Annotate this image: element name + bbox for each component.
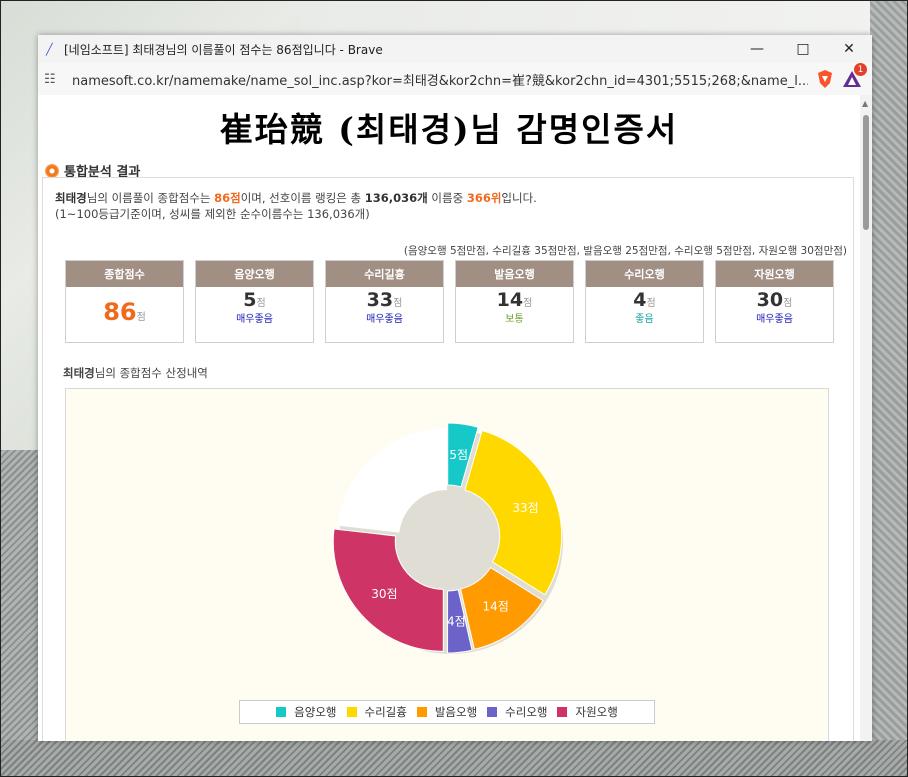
card-label: 발음오행	[456, 261, 573, 287]
card-unit: 점	[646, 298, 656, 309]
card-score: 86	[103, 298, 137, 326]
slice-label-1: 33점	[512, 501, 538, 515]
legend-label: 음양오행	[294, 705, 337, 719]
legend-item-1[interactable]: 수리길흉	[346, 704, 407, 720]
brave-rewards-icon[interactable]: 1	[842, 63, 867, 89]
card-label: 수리오행	[586, 261, 703, 287]
legend-item-0[interactable]: 음양오행	[276, 704, 337, 720]
card-score: 14	[496, 289, 524, 311]
card-grade: 매우좋음	[366, 314, 403, 325]
card-unit: 점	[523, 298, 533, 309]
legend-swatch	[416, 707, 427, 717]
chart-legend: 음양오행 수리길흉 발음오행 수리오행 자원오행	[239, 700, 655, 724]
slice-label-2: 14점	[482, 600, 508, 614]
score-card-eumyang: 음양오행 5점 매우좋음	[195, 260, 314, 343]
score-card-suri-gilhyung: 수리길흉 33점 매우좋음	[325, 260, 444, 343]
scroll-up-icon[interactable]: ▲	[862, 99, 868, 108]
legend-swatch	[487, 707, 498, 717]
card-label: 종합점수	[66, 261, 183, 287]
scrollbar-thumb[interactable]	[863, 115, 869, 230]
close-icon[interactable]: ✕	[826, 35, 872, 63]
desktop-background	[300, 0, 908, 40]
chart-container: 5점 33점 14점 4점 30점 음양오행 수리길흉 발음오행 수리오행 자원오행	[65, 388, 829, 741]
score-card-suri-ohaeng: 수리오행 4점 좋음	[585, 260, 704, 343]
score-card-total: 종합점수 86점	[65, 260, 184, 343]
card-grade: 매우좋음	[756, 314, 793, 325]
card-score: 30	[756, 289, 784, 311]
url-text[interactable]: namesoft.co.kr/namemake/name_sol_inc.asp…	[66, 70, 808, 89]
slice-label-3: 4점	[447, 614, 466, 628]
maximize-icon[interactable]: □	[780, 35, 826, 63]
card-grade: 매우좋음	[236, 314, 273, 325]
minimize-icon[interactable]: —	[734, 35, 780, 63]
browser-window: ╱ [네임소프트] 최태경님의 이름풀이 점수는 86점입니다 - Brave …	[38, 35, 872, 741]
summary-text: 최태경님의 이름풀이 종합점수는 86점이며, 선호이름 랭킹은 총 136,0…	[55, 190, 853, 222]
summary-name: 최태경	[55, 191, 87, 205]
card-unit: 점	[256, 298, 266, 309]
score-cards: 종합점수 86점 음양오행 5점 매우좋음 수리길흉 33점 매우좋음 발음오행…	[65, 260, 834, 343]
page-title: 崔珆競 (최태경)님 감명인증서	[219, 110, 679, 149]
max-score-note: (음양오행 5점만점, 수리길흉 35점만점, 발음오행 25점만점, 수리오행…	[403, 245, 847, 257]
notification-badge: 1	[854, 63, 867, 76]
window-title: [네임소프트] 최태경님의 이름풀이 점수는 86점입니다 - Brave	[64, 42, 383, 57]
chart-caption-name: 최태경	[63, 366, 95, 380]
card-unit: 점	[783, 298, 793, 309]
legend-swatch	[557, 707, 568, 717]
bullet-icon	[46, 164, 58, 177]
score-card-jawon: 자원오행 30점 매우좋음	[715, 260, 834, 343]
summary-rank: 366위	[466, 191, 502, 205]
legend-label: 발음오행	[434, 705, 478, 719]
legend-label: 수리길흉	[364, 705, 407, 719]
score-card-bareum: 발음오행 14점 보통	[455, 260, 574, 343]
card-grade: 보통	[505, 314, 524, 325]
legend-swatch	[276, 707, 287, 717]
card-score: 4	[633, 289, 647, 311]
scrollbar[interactable]: ▲	[860, 95, 872, 741]
legend-item-2[interactable]: 발음오행	[416, 704, 478, 720]
card-unit: 점	[393, 298, 403, 309]
summary-total-count: 136,036개	[364, 191, 428, 205]
desktop-background	[870, 0, 908, 777]
summary-text-part: 님의 이름풀이 종합점수는	[86, 191, 215, 205]
site-settings-icon[interactable]: ☷	[44, 72, 66, 87]
slice-label-0: 5점	[449, 448, 468, 462]
card-label: 자원오행	[716, 261, 833, 287]
card-unit: 점	[136, 312, 146, 323]
desktop-background	[0, 740, 908, 777]
card-score: 5	[243, 289, 257, 311]
brave-shields-icon[interactable]	[816, 70, 834, 88]
chart-caption: 최태경님의 종합점수 산정내역	[63, 365, 208, 381]
slice-label-4: 30점	[371, 587, 397, 601]
page-content: 崔珆競 (최태경)님 감명인증서 통합분석 결과 최태경님의 이름풀이 종합점수…	[38, 95, 860, 741]
address-bar[interactable]: ☷ namesoft.co.kr/namemake/name_sol_inc.a…	[38, 63, 872, 96]
title-bar[interactable]: ╱ [네임소프트] 최태경님의 이름풀이 점수는 86점입니다 - Brave …	[38, 35, 872, 63]
card-label: 수리길흉	[326, 261, 443, 287]
legend-label: 수리오행	[505, 705, 548, 719]
summary-text-part: 이름중	[427, 191, 467, 205]
legend-item-4[interactable]: 자원오행	[557, 704, 618, 720]
card-label: 음양오행	[196, 261, 313, 287]
card-grade: 좋음	[635, 314, 654, 325]
chart-caption-text: 님의 종합점수 산정내역	[94, 366, 208, 380]
donut-chart: 5점 33점 14점 4점 30점	[332, 422, 563, 654]
legend-swatch	[346, 707, 357, 717]
page-favicon-icon: ╱	[46, 42, 53, 56]
legend-label: 자원오행	[575, 705, 618, 719]
legend-item-3[interactable]: 수리오행	[487, 704, 547, 720]
summary-score: 86점	[214, 191, 241, 205]
analysis-panel: 최태경님의 이름풀이 종합점수는 86점이며, 선호이름 랭킹은 총 136,0…	[42, 177, 854, 741]
summary-text-part: 입니다.	[501, 191, 537, 205]
desktop-background	[0, 450, 38, 750]
summary-text-part: 이며, 선호이름 랭킹은 총	[240, 191, 365, 205]
card-score: 33	[366, 289, 394, 311]
summary-note: (1~100등급기준이며, 성씨를 제외한 순수이름수는 136,036개)	[55, 207, 370, 221]
